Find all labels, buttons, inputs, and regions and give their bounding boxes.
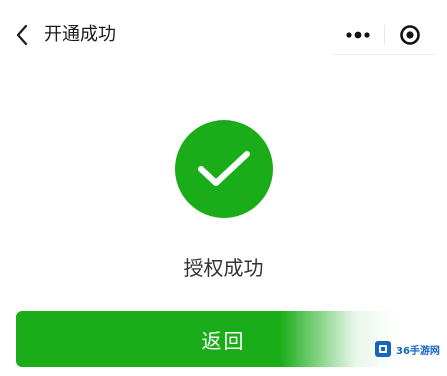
return-button[interactable]: 返回 [16,311,431,367]
page-title: 开通成功 [44,24,116,45]
success-page: 开通成功 授权成功 返回 36手游网 [0,0,447,376]
mini-program-capsule [332,16,436,54]
capsule-underline [332,54,436,55]
more-button[interactable] [332,16,384,54]
watermark-mark-icon [375,341,391,357]
chevron-left-icon [16,24,28,46]
target-close-icon [400,25,421,45]
success-badge [175,120,273,218]
back-button[interactable] [10,20,34,50]
success-message: 授权成功 [183,256,264,280]
checkmark-icon [198,151,250,186]
more-dots-icon [346,31,370,39]
return-button-label: 返回 [201,328,246,353]
watermark-text: 36手游网 [396,345,440,357]
watermark-logo: 36手游网 [374,338,440,360]
close-button[interactable] [385,16,437,54]
